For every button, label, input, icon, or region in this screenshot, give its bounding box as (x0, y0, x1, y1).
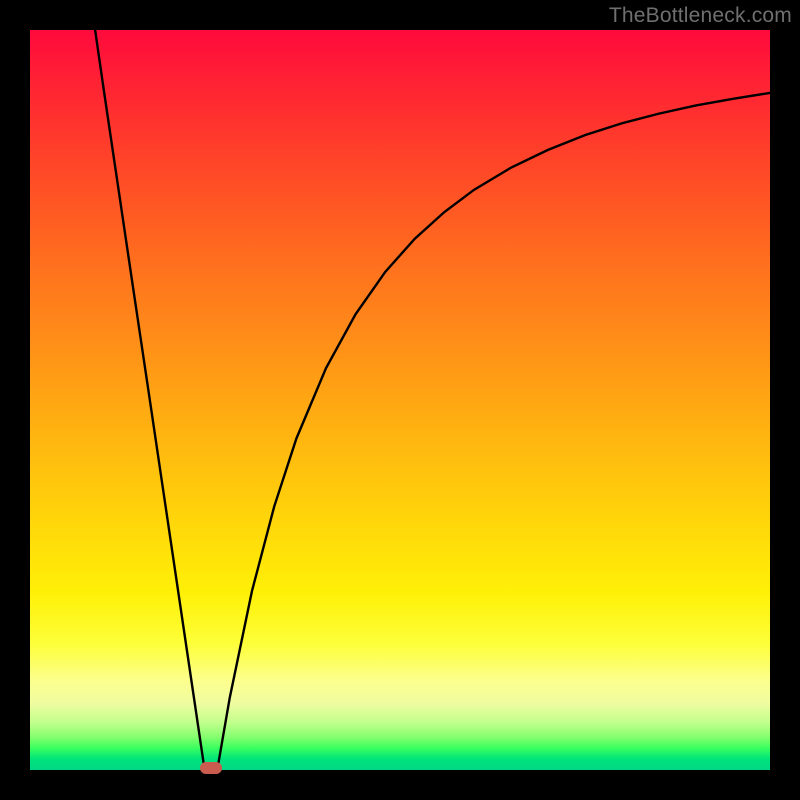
chart-frame: TheBottleneck.com (0, 0, 800, 800)
bottleneck-curve (30, 30, 770, 770)
curve-path (95, 30, 770, 770)
watermark-text: TheBottleneck.com (609, 4, 792, 28)
minimum-marker (200, 762, 222, 774)
plot-area (30, 30, 770, 770)
